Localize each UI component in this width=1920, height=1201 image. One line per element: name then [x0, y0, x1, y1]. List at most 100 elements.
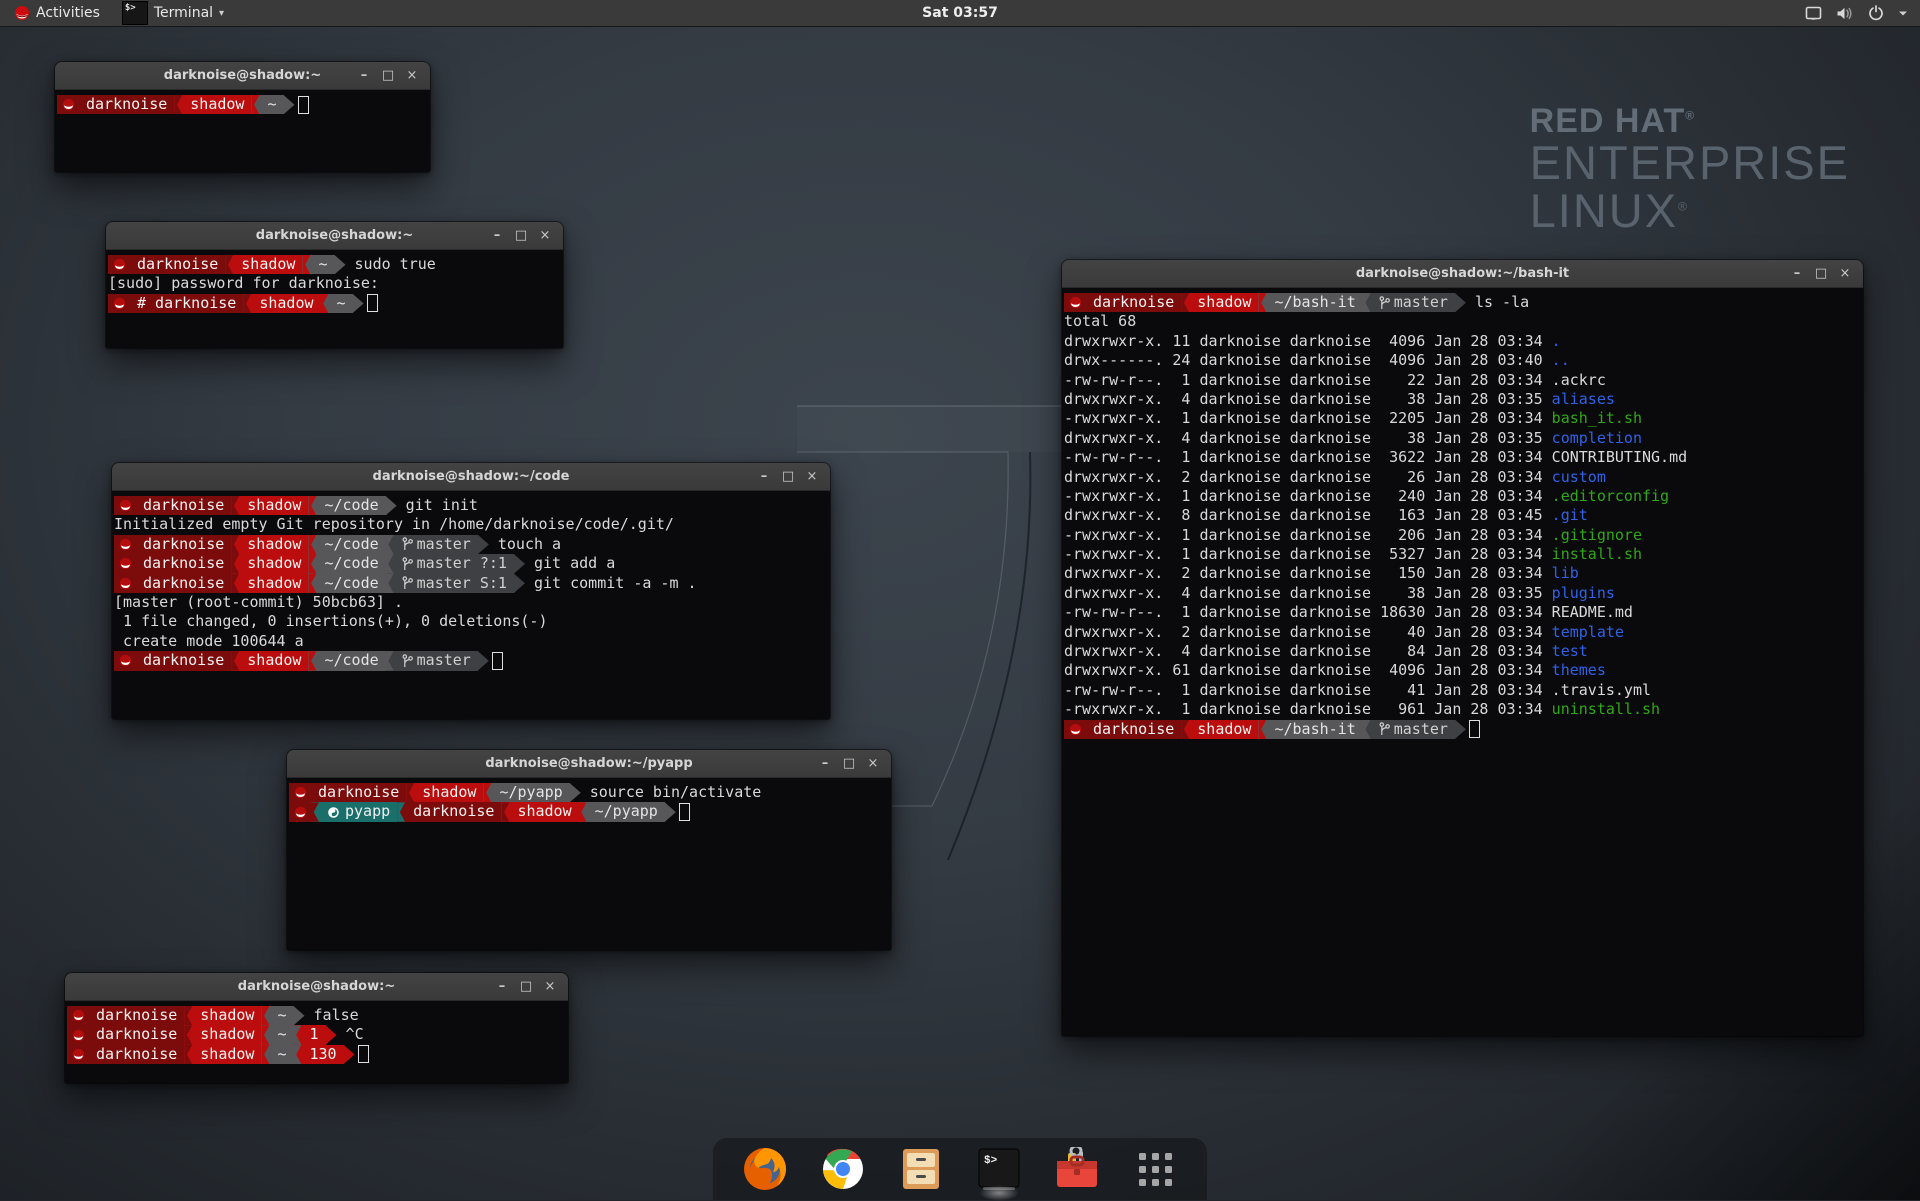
prompt-segment-branch: master S:1 — [395, 574, 514, 593]
terminal-line: create mode 100644 a — [114, 632, 828, 651]
prompt-segment-host: shadow — [1190, 720, 1258, 739]
terminal-line: -rwxrwxr-x. 1 darknoise darknoise 240 Ja… — [1064, 487, 1861, 506]
prompt-segment-label: shadow — [190, 95, 244, 114]
window-title: darknoise@shadow:~ — [256, 228, 413, 243]
prompt-arrow — [344, 1045, 355, 1064]
output-text: -rwxrwxr-x. 1 darknoise darknoise 2205 J… — [1064, 409, 1552, 428]
close-button[interactable]: × — [400, 62, 424, 89]
dock-item-app-grid[interactable] — [1131, 1145, 1179, 1193]
maximize-button[interactable]: □ — [509, 222, 533, 249]
prompt-segment-user: darknoise — [130, 255, 225, 274]
prompt-separator — [184, 1025, 193, 1044]
window-titlebar[interactable]: darknoise@shadow:~/pyapp–□× — [287, 750, 891, 778]
dock-item-firefox[interactable] — [741, 1145, 789, 1193]
dock-item-toolbox[interactable] — [1053, 1145, 1101, 1193]
terminal-window-sudo: darknoise@shadow:~–□×darknoiseshadow~ su… — [106, 222, 563, 348]
maximize-button[interactable]: □ — [776, 463, 800, 490]
prompt-segment-venv: pyapp — [320, 802, 397, 821]
close-button[interactable]: × — [533, 222, 557, 249]
prompt-separator — [1258, 293, 1267, 312]
file-name: template — [1552, 623, 1624, 642]
output-text: -rw-rw-r--. 1 darknoise darknoise 18630 … — [1064, 603, 1552, 622]
maximize-button[interactable]: □ — [376, 62, 400, 89]
minimize-button[interactable]: – — [1785, 260, 1809, 287]
close-button[interactable]: × — [861, 750, 885, 777]
activities-button[interactable]: Activities — [6, 0, 108, 26]
prompt-segment-label: darknoise — [86, 95, 167, 114]
close-button[interactable]: × — [1833, 260, 1857, 287]
prompt-separator — [251, 95, 260, 114]
terminal-cursor — [679, 803, 690, 821]
close-button[interactable]: × — [800, 463, 824, 490]
terminal-content[interactable]: darknoiseshadow~/code git initInitialize… — [112, 491, 830, 719]
terminal-content[interactable]: darknoiseshadow~ — [55, 90, 430, 172]
watermark-redhat: RED HAT — [1530, 102, 1686, 140]
close-button[interactable]: × — [538, 973, 562, 1000]
terminal-content[interactable]: darknoiseshadow~ falsedarknoiseshadow~1 … — [65, 1001, 568, 1083]
command-text: ^C — [337, 1025, 364, 1044]
terminal-line: # darknoiseshadow~ — [108, 294, 561, 313]
terminal-line: darknoiseshadow~/pyapp source bin/activa… — [289, 783, 889, 802]
file-name: lib — [1552, 564, 1579, 583]
prompt-segment-path: ~/code — [317, 535, 385, 554]
redhat-icon — [119, 499, 132, 512]
redhat-prompt-icon — [114, 574, 136, 593]
dock-item-terminal[interactable]: $> — [975, 1145, 1023, 1193]
window-titlebar[interactable]: darknoise@shadow:~ –□× — [106, 222, 563, 250]
maximize-button[interactable]: □ — [1809, 260, 1833, 287]
terminal-line: drwxrwxr-x. 2 darknoise darknoise 150 Ja… — [1064, 564, 1861, 583]
minimize-button[interactable]: – — [490, 973, 514, 1000]
output-text: -rwxrwxr-x. 1 darknoise darknoise 206 Ja… — [1064, 526, 1552, 545]
dock-item-chrome[interactable] — [819, 1145, 867, 1193]
terminal-line: drwxrwxr-x. 4 darknoise darknoise 38 Jan… — [1064, 584, 1861, 603]
prompt-segment-host: shadow — [252, 294, 320, 313]
redhat-logo-icon — [14, 5, 30, 21]
file-name: .git — [1552, 506, 1588, 525]
window-titlebar[interactable]: darknoise@shadow:~–□× — [55, 62, 430, 90]
redhat-prompt-icon — [67, 1006, 89, 1025]
maximize-button[interactable]: □ — [514, 973, 538, 1000]
prompt-separator — [386, 554, 395, 573]
clock[interactable]: Sat 03:57 — [922, 5, 998, 21]
prompt-separator — [261, 1045, 270, 1064]
prompt-segment-label: shadow — [422, 783, 476, 802]
prompt-segment-path: ~/bash-it — [1267, 293, 1362, 312]
prompt-segment-label: master — [1394, 293, 1448, 312]
minimize-button[interactable]: – — [352, 62, 376, 89]
dock-item-files[interactable] — [897, 1145, 945, 1193]
prompt-segment-host: shadow — [510, 802, 578, 821]
window-titlebar[interactable]: darknoise@shadow:~–□× — [65, 973, 568, 1001]
terminal-line: drwxrwxr-x. 2 darknoise darknoise 40 Jan… — [1064, 623, 1861, 642]
git-branch-icon — [402, 576, 413, 590]
terminal-content[interactable]: darknoiseshadow~/pyapp source bin/activa… — [287, 778, 891, 950]
command-text: git add a — [525, 554, 615, 573]
prompt-arrow — [514, 554, 525, 573]
terminal-content[interactable]: darknoiseshadow~/bash-itmaster ls -latot… — [1062, 288, 1863, 1036]
prompt-separator — [1181, 720, 1190, 739]
terminal-content[interactable]: darknoiseshadow~ sudo true[sudo] passwor… — [106, 250, 563, 348]
app-menu-terminal[interactable]: $> Terminal ▾ — [114, 0, 232, 26]
prompt-segment-path: ~ — [270, 1045, 293, 1064]
minimize-button[interactable]: – — [813, 750, 837, 777]
prompt-segment-host: shadow — [240, 574, 308, 593]
prompt-arrow — [1455, 293, 1466, 312]
minimize-button[interactable]: – — [752, 463, 776, 490]
system-tray[interactable] — [1805, 5, 1920, 21]
terminal-cursor — [298, 96, 309, 114]
prompt-arrow — [353, 294, 364, 313]
git-branch-icon — [1379, 722, 1390, 736]
maximize-button[interactable]: □ — [837, 750, 861, 777]
prompt-segment-path: ~/pyapp — [492, 783, 569, 802]
prompt-segment-path: ~/code — [317, 554, 385, 573]
output-text: total 68 — [1064, 312, 1136, 331]
prompt-segment-label: ~/bash-it — [1274, 720, 1355, 739]
prompt-segment-label: # darknoise — [137, 294, 236, 313]
output-text: drwxrwxr-x. 2 darknoise darknoise 150 Ja… — [1064, 564, 1552, 583]
prompt-segment-host: shadow — [240, 496, 308, 515]
prompt-separator — [308, 574, 317, 593]
redhat-prompt-icon — [114, 496, 136, 515]
minimize-button[interactable]: – — [485, 222, 509, 249]
window-titlebar[interactable]: darknoise@shadow:~/code–□× — [112, 463, 830, 491]
file-name: custom — [1552, 468, 1606, 487]
window-titlebar[interactable]: darknoise@shadow:~/bash-it–□× — [1062, 260, 1863, 288]
